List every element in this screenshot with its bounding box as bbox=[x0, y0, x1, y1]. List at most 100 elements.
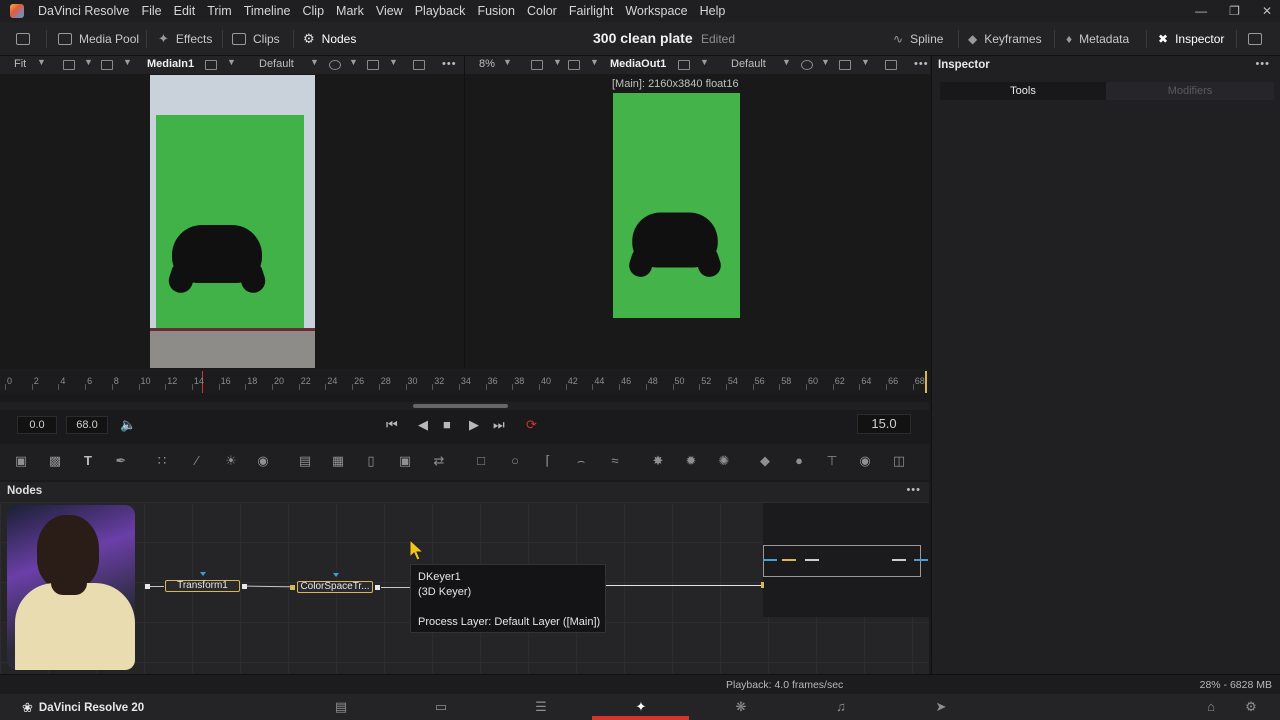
background-tool-icon[interactable]: ▣ bbox=[13, 453, 29, 469]
particle-emitter-icon[interactable]: ✸ bbox=[650, 453, 666, 469]
more-options-icon[interactable]: ••• bbox=[906, 484, 921, 496]
particles-tool-icon[interactable]: ∷ bbox=[154, 453, 170, 469]
time-ruler[interactable]: 0 2 4 6 8 10 12 14 16 18 20 22 24 26 28 30 32 34 36 38 40 42 4… bbox=[0, 369, 929, 393]
color-icon[interactable] bbox=[801, 60, 813, 70]
ellipse-mask-icon[interactable]: ○ bbox=[507, 453, 523, 469]
roi-icon[interactable] bbox=[101, 60, 113, 70]
menu-color[interactable]: Color bbox=[521, 0, 563, 22]
zoom-dropdown[interactable]: 8% bbox=[479, 58, 495, 70]
fit-dropdown[interactable]: Fit bbox=[14, 58, 26, 70]
channel-booleans-tool-icon[interactable]: ▦ bbox=[330, 453, 346, 469]
menu-clip[interactable]: Clip bbox=[297, 0, 331, 22]
menu-fairlight[interactable]: Fairlight bbox=[563, 0, 619, 22]
tab-tools[interactable]: Tools bbox=[940, 82, 1106, 100]
viewer-options-icon[interactable] bbox=[678, 60, 690, 70]
grid-icon[interactable] bbox=[839, 60, 851, 70]
renderer3d-tool-icon[interactable]: ◫ bbox=[891, 453, 907, 469]
node-colorspacetransform[interactable]: ColorSpaceTr... bbox=[297, 581, 373, 593]
panel-toggle-button[interactable] bbox=[16, 22, 30, 56]
more-options-icon[interactable]: ••• bbox=[914, 58, 929, 70]
viewer-left-lut[interactable]: Default bbox=[259, 58, 294, 70]
chevron-down-icon[interactable]: ▼ bbox=[700, 57, 709, 67]
minimize-icon[interactable]: — bbox=[1195, 4, 1207, 18]
chevron-down-icon[interactable]: ▼ bbox=[310, 57, 319, 67]
cut-page-icon[interactable]: ▭ bbox=[430, 698, 452, 716]
menu-mark[interactable]: Mark bbox=[330, 0, 370, 22]
polygon-mask-icon[interactable]: ⌈ bbox=[540, 453, 556, 469]
current-frame-field[interactable]: 15.0 bbox=[857, 414, 911, 434]
menu-trim[interactable]: Trim bbox=[201, 0, 238, 22]
shape3d-tool-icon[interactable]: ◆ bbox=[757, 453, 773, 469]
menu-view[interactable]: View bbox=[370, 0, 409, 22]
edit-page-icon[interactable]: ☰ bbox=[530, 698, 552, 716]
more-options-icon[interactable]: ••• bbox=[1255, 58, 1270, 70]
menu-file[interactable]: File bbox=[135, 0, 167, 22]
text3d-tool-icon[interactable]: ⊤ bbox=[824, 453, 840, 469]
color-icon[interactable] bbox=[329, 60, 341, 70]
grid-icon[interactable] bbox=[367, 60, 379, 70]
viewer-options-icon[interactable] bbox=[205, 60, 217, 70]
chevron-down-icon[interactable]: ▼ bbox=[389, 57, 398, 67]
merge-tool-icon[interactable]: ▤ bbox=[297, 453, 313, 469]
roi-icon[interactable] bbox=[568, 60, 580, 70]
transform-tool-icon[interactable]: ⇄ bbox=[431, 453, 447, 469]
color-page-icon[interactable]: ❋ bbox=[730, 698, 752, 716]
maximize-icon[interactable]: ❐ bbox=[1229, 4, 1240, 18]
channel-icon[interactable] bbox=[63, 60, 75, 70]
menu-timeline[interactable]: Timeline bbox=[238, 0, 297, 22]
menu-workspace[interactable]: Workspace bbox=[619, 0, 693, 22]
chevron-down-icon[interactable]: ▼ bbox=[821, 57, 830, 67]
menu-edit[interactable]: Edit bbox=[168, 0, 202, 22]
keyframes-button[interactable]: ◆ Keyframes bbox=[968, 22, 1042, 56]
menu-playback[interactable]: Playback bbox=[409, 0, 472, 22]
media-page-icon[interactable]: ▤ bbox=[330, 698, 352, 716]
rectangle-mask-icon[interactable]: □ bbox=[473, 453, 489, 469]
deliver-page-icon[interactable]: ➤ bbox=[930, 698, 952, 716]
media-pool-button[interactable]: Media Pool bbox=[58, 22, 139, 56]
bspline-mask-icon[interactable]: ⌢ bbox=[573, 453, 589, 469]
chevron-down-icon[interactable]: ▼ bbox=[861, 57, 870, 67]
frame-icon[interactable] bbox=[413, 60, 425, 70]
stop-icon[interactable]: ■ bbox=[443, 417, 451, 432]
menu-help[interactable]: Help bbox=[694, 0, 732, 22]
chevron-down-icon[interactable]: ▼ bbox=[503, 57, 512, 67]
curves-tool-icon[interactable]: ∕ bbox=[189, 453, 205, 469]
camera3d-tool-icon[interactable]: ◉ bbox=[857, 453, 873, 469]
channel-icon[interactable] bbox=[531, 60, 543, 70]
image-plane-tool-icon[interactable]: ▩ bbox=[47, 453, 63, 469]
go-to-end-icon[interactable]: ⏭ bbox=[493, 417, 505, 433]
render-end-field[interactable]: 68.0 bbox=[66, 416, 108, 434]
metadata-button[interactable]: ♦ Metadata bbox=[1066, 22, 1129, 56]
play-icon[interactable]: ▶ bbox=[469, 417, 479, 433]
frame-icon[interactable] bbox=[885, 60, 897, 70]
fusion-page-icon[interactable]: ✦ bbox=[630, 698, 652, 716]
chevron-down-icon[interactable]: ▼ bbox=[37, 57, 46, 67]
tab-modifiers[interactable]: Modifiers bbox=[1106, 82, 1274, 100]
mask-tool-icon[interactable]: ▣ bbox=[397, 453, 413, 469]
node-transform1[interactable]: Transform1 bbox=[165, 580, 240, 592]
color-drop-tool-icon[interactable]: ◉ bbox=[255, 453, 271, 469]
navigator-viewport[interactable] bbox=[763, 545, 921, 577]
nodes-button[interactable]: ⚙ Nodes bbox=[303, 22, 356, 56]
viewer-right-lut[interactable]: Default bbox=[731, 58, 766, 70]
spline-button[interactable]: ∿ Spline bbox=[893, 22, 943, 56]
home-icon[interactable]: ⌂ bbox=[1200, 698, 1222, 716]
loop-icon[interactable]: ⟳ bbox=[526, 417, 537, 433]
menu-fusion[interactable]: Fusion bbox=[471, 0, 521, 22]
clips-button[interactable]: Clips bbox=[232, 22, 280, 56]
merge3d-tool-icon[interactable]: ● bbox=[791, 453, 807, 469]
chevron-down-icon[interactable]: ▼ bbox=[782, 57, 791, 67]
matte-control-tool-icon[interactable]: ▯ bbox=[363, 453, 379, 469]
chevron-down-icon[interactable]: ▼ bbox=[590, 57, 599, 67]
scroll-thumb[interactable] bbox=[413, 404, 508, 408]
speaker-icon[interactable]: 🔈 bbox=[120, 417, 136, 433]
particle-style-icon[interactable]: ✺ bbox=[716, 453, 732, 469]
close-icon[interactable]: ✕ bbox=[1262, 4, 1272, 18]
chevron-down-icon[interactable]: ▼ bbox=[123, 57, 132, 67]
brightness-tool-icon[interactable]: ☀ bbox=[223, 453, 239, 469]
paint-tool-icon[interactable]: ✒ bbox=[113, 453, 129, 469]
viewer-right-name[interactable]: MediaOut1 bbox=[610, 58, 666, 70]
viewer-left-name[interactable]: MediaIn1 bbox=[147, 58, 194, 70]
chevron-down-icon[interactable]: ▼ bbox=[84, 57, 93, 67]
inspector-button[interactable]: ✖ Inspector bbox=[1158, 22, 1224, 56]
